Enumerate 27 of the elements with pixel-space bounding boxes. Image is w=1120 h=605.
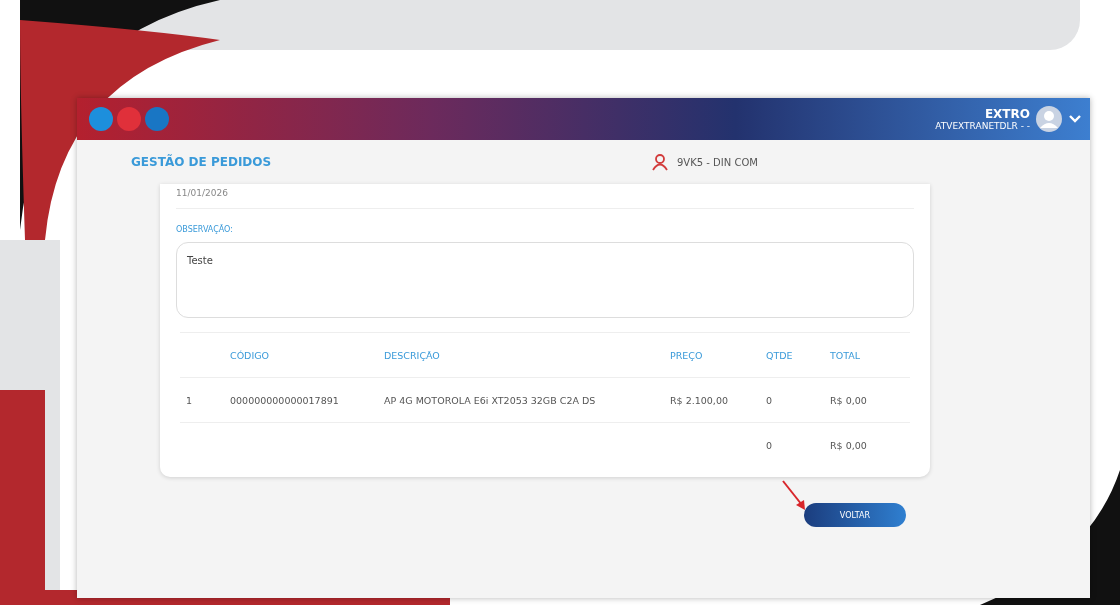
user-name: ATVEXTRANETDLR - - [935,121,1030,131]
table-cell-text: 000000000000017891 [230,394,340,406]
table-cell-text: 0 [766,394,774,406]
avatar-icon[interactable] [1036,106,1062,132]
table-cell-text: 1 [185,394,194,406]
person-icon [651,153,669,171]
chevron-down-icon[interactable] [1068,114,1082,124]
table-cell-text: R$ 2.100,00 [670,394,729,406]
column-header: PREÇO [670,349,704,361]
field-label: OBSERVAÇÃO: [176,225,234,234]
column-header: QTDE [766,349,794,361]
brand-logo-icon[interactable] [145,107,169,131]
page-title: GESTÃO DE PEDIDOS [131,155,273,169]
observation-field[interactable]: Teste [176,242,914,318]
order-date: 11/01/2026 [176,188,914,209]
brand-logo-icon[interactable] [89,107,113,131]
total-cell-text: 0 [766,439,774,451]
store-name: 9VK5 - DIN COM [677,156,758,168]
table-cell-text: AP 4G MOTOROLA E6i XT2053 32GB C2A DS [384,394,597,406]
column-header: DESCRIÇÃO [384,349,441,361]
company-name: EXTRO [984,107,1030,121]
column-header: CÓDIGO [230,349,271,361]
total-cell-text: R$ 0,00 [830,439,868,451]
column-header: TOTAL [830,349,862,361]
brand-logo-icon[interactable] [117,107,141,131]
table-cell-text: R$ 0,00 [830,394,868,406]
back-button[interactable]: VOLTAR [804,503,906,527]
